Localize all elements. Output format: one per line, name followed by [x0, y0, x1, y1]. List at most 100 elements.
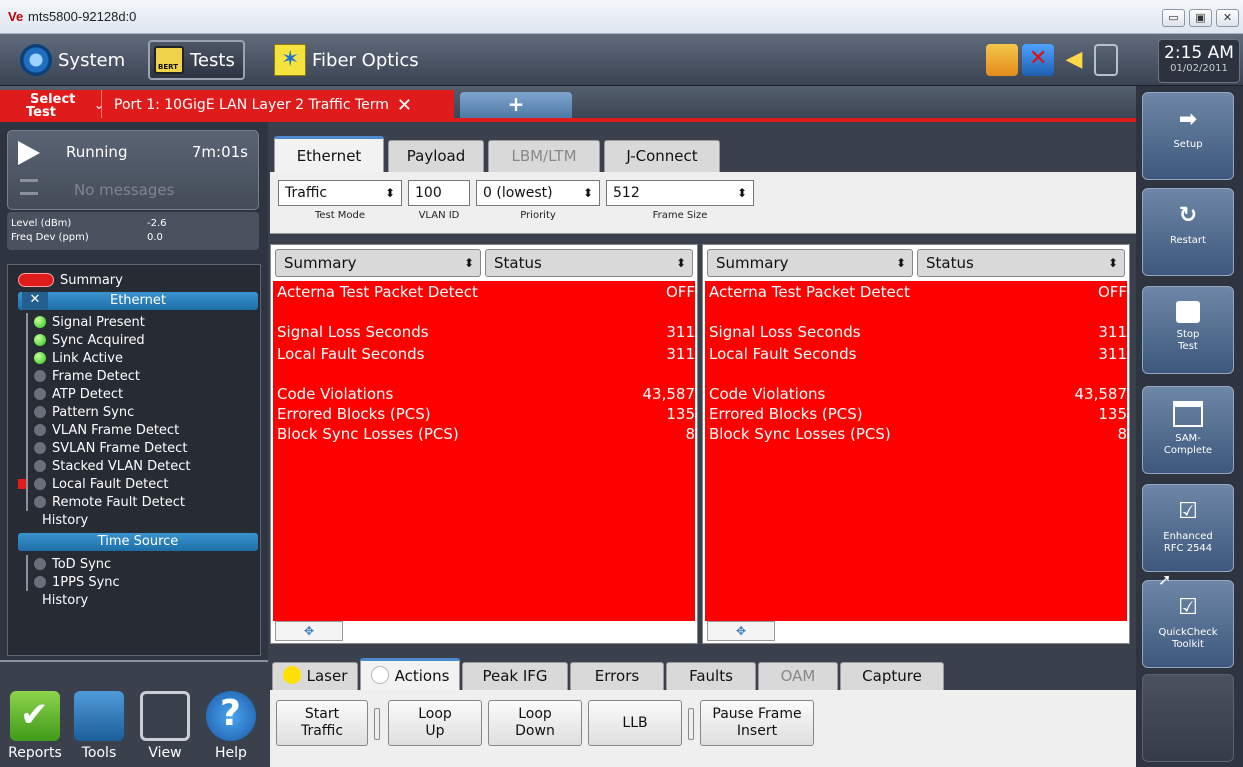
priority-select[interactable]: 0 (lowest) ⬍ — [476, 180, 600, 206]
expand-pane-button-right[interactable]: ✥ — [707, 621, 775, 641]
help-button[interactable]: Help — [202, 691, 260, 761]
tab-lbm-ltm[interactable]: LBM/LTM — [488, 140, 600, 172]
checkbox-icon: ☑ — [1178, 595, 1198, 620]
view-select-right[interactable]: Status ⬍ — [917, 249, 1125, 277]
time-source-section-header[interactable]: Time Source — [18, 533, 258, 551]
category-select-left[interactable]: Summary ⬍ — [275, 249, 481, 277]
ethernet-section-header[interactable]: ✕ Ethernet — [18, 292, 258, 310]
tree-item[interactable]: ATP Detect — [34, 385, 123, 403]
result-row: Block Sync Losses (PCS) 8 — [709, 425, 1127, 445]
quickcheck-toolkit-button[interactable]: ☑ QuickCheck Toolkit — [1142, 580, 1234, 668]
category-select-right[interactable]: Summary ⬍ — [707, 249, 913, 277]
enhanced-rfc2544-button[interactable]: ☑ Enhanced RFC 2544 — [1142, 484, 1234, 572]
close-window-button[interactable]: ✕ — [1216, 9, 1239, 27]
updown-arrow-icon: ⬍ — [582, 186, 593, 200]
close-tab-icon[interactable]: ✕ — [397, 95, 412, 116]
frame-size-select[interactable]: 512 ⬍ — [606, 180, 754, 206]
tests-button[interactable]: Tests — [148, 40, 245, 80]
tree-item[interactable]: Remote Fault Detect — [34, 493, 185, 511]
tree-item[interactable]: Link Active — [34, 349, 123, 367]
test-mode-select[interactable]: Traffic ⬍ — [278, 180, 402, 206]
tab-oam[interactable]: OAM — [758, 662, 838, 690]
laser-led-icon — [282, 666, 301, 684]
pc-connection-icon[interactable] — [986, 44, 1018, 76]
port-test-tab[interactable]: Port 1: 10GigE LAN Layer 2 Traffic Term … — [102, 90, 454, 120]
test-status-box[interactable]: Running 7m:01s No messages — [7, 130, 259, 210]
empty-slot-button[interactable] — [1142, 674, 1234, 762]
tree-item[interactable]: SVLAN Frame Detect — [34, 439, 187, 457]
freq-dev-value: 0.0 — [147, 232, 163, 243]
ethernet-header-label: Ethernet — [110, 293, 166, 308]
level-label: Level (dBm) — [11, 218, 72, 229]
restart-button[interactable]: ↻ Restart — [1142, 188, 1234, 276]
tree-item[interactable]: Local Fault Detect — [34, 475, 169, 493]
tree-item-time-source-history[interactable]: History — [42, 591, 88, 609]
tree-item[interactable]: Pattern Sync — [34, 403, 134, 421]
add-test-tab-button[interactable]: + — [460, 92, 572, 118]
maximize-button[interactable]: ▣ — [1189, 9, 1212, 27]
tree-item[interactable]: VLAN Frame Detect — [34, 421, 179, 439]
tree-item[interactable]: Sync Acquired — [34, 331, 145, 349]
view-value: Status — [494, 254, 542, 272]
summary-led-icon — [18, 273, 54, 287]
setup-button[interactable]: ➡ Setup — [1142, 92, 1234, 180]
fiber-optics-button[interactable]: Fiber Optics — [274, 40, 419, 80]
tab-laser[interactable]: Laser — [272, 662, 358, 690]
tools-button[interactable]: Tools — [70, 691, 128, 761]
reports-button[interactable]: Reports — [6, 691, 64, 761]
tree-item-label: ToD Sync — [52, 556, 112, 572]
separator — [374, 708, 380, 740]
expand-pane-button-left[interactable]: ✥ — [275, 621, 343, 641]
tab-j-connect[interactable]: J-Connect — [604, 140, 720, 172]
result-key: Acterna Test Packet Detect — [277, 283, 478, 301]
volume-icon[interactable]: ◀ — [1058, 44, 1090, 76]
bert-icon — [154, 46, 184, 74]
tree-item-ethernet-history[interactable]: History — [42, 511, 88, 529]
enhanced-rfc-label: Enhanced RFC 2544 — [1163, 531, 1213, 554]
loop-down-button[interactable]: Loop Down — [488, 700, 582, 746]
tab-capture[interactable]: Capture — [840, 662, 944, 690]
sam-complete-button[interactable]: SAM- Complete — [1142, 386, 1234, 474]
restart-icon: ↻ — [1178, 203, 1198, 228]
checkbox-plus-icon: ☑ — [1178, 499, 1198, 524]
view-select-left[interactable]: Status ⬍ — [485, 249, 693, 277]
pause-frame-insert-button[interactable]: Pause Frame Insert — [700, 700, 814, 746]
tree-item[interactable]: Frame Detect — [34, 367, 140, 385]
tree-item-label: Pattern Sync — [52, 404, 135, 420]
result-value: 8 — [685, 425, 695, 443]
main-content: Ethernet Payload LBM/LTM J-Connect Traff… — [268, 122, 1136, 767]
status-led-icon — [34, 460, 46, 472]
start-traffic-button[interactable]: Start Traffic — [276, 700, 368, 746]
tree-item-label: Frame Detect — [52, 368, 140, 384]
tab-payload[interactable]: Payload — [388, 140, 484, 172]
minimize-button[interactable]: ▭ — [1162, 9, 1185, 27]
frame-size-value: 512 — [613, 185, 640, 201]
result-key: Acterna Test Packet Detect — [709, 283, 910, 301]
tab-actions[interactable]: Actions — [360, 658, 460, 690]
tree-item[interactable]: 1PPS Sync — [34, 573, 120, 591]
system-button[interactable]: System — [20, 40, 125, 80]
tree-item[interactable]: Stacked VLAN Detect — [34, 457, 190, 475]
tree-item[interactable]: Signal Present — [34, 313, 145, 331]
stop-test-button[interactable]: Stop Test — [1142, 286, 1234, 374]
tree-connector — [26, 331, 34, 349]
tab-ethernet[interactable]: Ethernet — [274, 136, 384, 172]
tree-item[interactable]: ToD Sync — [34, 555, 111, 573]
test-state: Running — [66, 143, 128, 161]
select-test-button[interactable]: Select Test ⌄ — [0, 90, 104, 120]
llb-button[interactable]: LLB — [588, 700, 682, 746]
tab-faults[interactable]: Faults — [666, 662, 756, 690]
tab-peak-ifg[interactable]: Peak IFG — [462, 662, 568, 690]
tree-item-summary[interactable]: Summary — [60, 271, 123, 289]
tab-errors[interactable]: Errors — [570, 662, 664, 690]
arrow-right-icon: ➡ — [1178, 107, 1198, 132]
status-led-icon — [34, 388, 46, 400]
network-disconnected-icon[interactable] — [1022, 44, 1054, 76]
loop-up-button[interactable]: Loop Up — [388, 700, 482, 746]
tree-connector — [26, 367, 34, 385]
result-key: Local Fault Seconds — [277, 345, 425, 363]
tree-item-label: VLAN Frame Detect — [52, 422, 180, 438]
view-button[interactable]: View — [136, 691, 194, 761]
system-label: System — [58, 49, 126, 71]
vlan-id-field[interactable]: 100 — [408, 180, 470, 206]
